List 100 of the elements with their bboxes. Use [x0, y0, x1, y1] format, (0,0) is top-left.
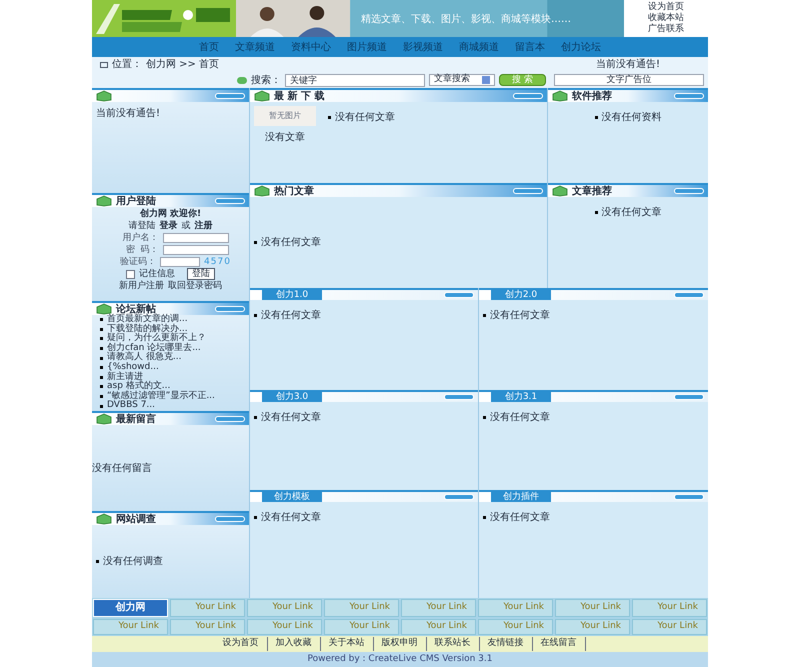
bullet-icon	[483, 314, 486, 317]
welcome-text: 创力网 欢迎你!	[140, 208, 202, 220]
box-icon	[254, 185, 270, 197]
footer-link[interactable]: 友情链接	[480, 637, 532, 651]
header-link[interactable]: 设为首页	[648, 2, 684, 13]
search-label: 搜索：	[251, 74, 282, 88]
scope-dropdown[interactable]: 文章搜索	[429, 74, 496, 86]
list-item[interactable]: 没有任何文章	[335, 110, 395, 125]
list-item[interactable]: 没有任何文章	[261, 308, 321, 323]
text-ad-slot[interactable]: 文字广告位	[554, 74, 704, 86]
box-icon	[254, 90, 270, 102]
list-item[interactable]: 没有任何文章	[490, 410, 550, 425]
notice-text: 当前没有通告!	[96, 106, 162, 121]
more-tag[interactable]	[674, 188, 704, 194]
field-label: 用户名：	[122, 232, 158, 244]
list-item[interactable]: 没有任何调查	[103, 554, 163, 569]
bullet-icon	[254, 416, 257, 419]
account-link[interactable]: 新用户注册	[119, 280, 164, 292]
list-item[interactable]: 疑问，为什么更新不上？	[107, 334, 206, 344]
bullet-icon	[100, 404, 103, 408]
bullet-icon	[100, 318, 103, 322]
field-label: 验证码：	[119, 256, 156, 268]
list-item[interactable]: 请教高人 很急克...	[107, 353, 182, 363]
list-item[interactable]: {%showd...	[107, 362, 159, 373]
list-item[interactable]: 没有任何文章	[490, 308, 550, 323]
box-icon	[96, 90, 112, 102]
header-link[interactable]: 广告联系	[648, 24, 684, 35]
panel-title: 最新留言	[116, 412, 156, 426]
more-tag[interactable]	[444, 394, 474, 400]
login-prompt: 请登陆	[128, 220, 156, 232]
header-link[interactable]: 收藏本站	[648, 13, 684, 24]
bullet-icon	[100, 366, 103, 370]
list-item[interactable]: 没有任何文章	[261, 235, 321, 250]
bullet-icon	[483, 516, 486, 519]
panel-title: 网站调查	[116, 512, 156, 526]
more-tag[interactable]	[674, 292, 704, 298]
location-icon	[100, 62, 108, 68]
more-tag[interactable]	[513, 93, 543, 99]
box-icon	[552, 90, 568, 102]
panel-title: 软件推荐	[572, 90, 612, 104]
panel-title: 创力1.0	[262, 290, 322, 300]
notice-text: 当前没有通告!	[596, 58, 660, 72]
list-item[interactable]: 没有任何文章	[602, 205, 662, 220]
input-field[interactable]	[162, 233, 228, 243]
bullet-icon	[100, 376, 103, 379]
more-tag[interactable]	[674, 494, 704, 500]
friend-logo[interactable]: 创力网	[93, 599, 168, 617]
more-tag[interactable]	[215, 198, 245, 204]
footer-link[interactable]: 在线留言	[532, 637, 586, 651]
footer-link[interactable]: 设为首页	[214, 637, 268, 651]
thumbnail-label: 暂无图片	[269, 110, 301, 122]
register-link[interactable]: 注册	[194, 220, 212, 232]
location-label: 位置：	[112, 58, 142, 72]
footer-link[interactable]: 版权申明	[374, 637, 426, 651]
bullet-icon	[96, 560, 99, 563]
list-item[interactable]: 没有任何文章	[261, 410, 321, 425]
box-icon	[552, 185, 568, 197]
account-link[interactable]: 取回登录密码	[168, 280, 222, 292]
more-tag[interactable]	[513, 188, 543, 194]
more-tag[interactable]	[215, 416, 245, 422]
more-tag[interactable]	[444, 292, 474, 298]
list-item[interactable]: DVBBS 7...	[107, 401, 156, 411]
login-button[interactable]: 登陆	[187, 268, 215, 280]
bullet-icon	[100, 395, 103, 398]
search-field[interactable]: 关键字	[285, 74, 426, 86]
list-item[interactable]: 没有任何资料	[602, 110, 662, 125]
list-item[interactable]: 首页最新文章的调...	[107, 315, 188, 325]
powered-by: Powered by : CreateLive CMS Version 3.1	[92, 652, 708, 667]
bullet-icon	[254, 516, 257, 519]
more-tag[interactable]	[674, 93, 704, 99]
box-icon	[96, 513, 112, 525]
panel-title: 创力插件	[491, 492, 551, 502]
panel-title: 论坛新帖	[116, 302, 156, 314]
input-field[interactable]	[162, 245, 228, 255]
bullet-icon	[254, 241, 257, 244]
thumbnail-caption[interactable]: 没有文章	[265, 130, 305, 145]
list-item[interactable]: “敏感过滤管理”显示不正...	[107, 392, 215, 402]
bullet-icon	[100, 385, 103, 388]
more-tag[interactable]	[215, 93, 245, 99]
panel-title: 用户登陆	[116, 194, 156, 208]
panel-title: 最 新 下 载	[274, 89, 324, 104]
bullet-icon	[594, 211, 598, 214]
more-tag[interactable]	[215, 516, 245, 522]
footer-link[interactable]: 联系站长	[426, 637, 480, 651]
list-item[interactable]: 没有任何文章	[261, 510, 321, 525]
more-tag[interactable]	[215, 306, 245, 312]
list-item[interactable]: 没有任何文章	[490, 510, 550, 525]
breadcrumb[interactable]: 创力网 >> 首页	[146, 57, 220, 72]
empty-text: 没有任何留言	[92, 462, 152, 476]
list-item[interactable]: asp 格式的文...	[107, 382, 170, 392]
more-tag[interactable]	[444, 494, 474, 500]
bullet-icon	[328, 116, 331, 119]
bullet-icon	[254, 314, 257, 317]
login-link[interactable]: 登录	[160, 220, 178, 232]
more-tag[interactable]	[674, 394, 704, 400]
panel-title: 创力3.0	[262, 392, 322, 402]
remember-checkbox[interactable]	[126, 270, 135, 278]
footer-link[interactable]: 关于本站	[320, 637, 374, 651]
input-field[interactable]	[160, 257, 200, 267]
footer-link[interactable]: 加入收藏	[268, 637, 320, 651]
